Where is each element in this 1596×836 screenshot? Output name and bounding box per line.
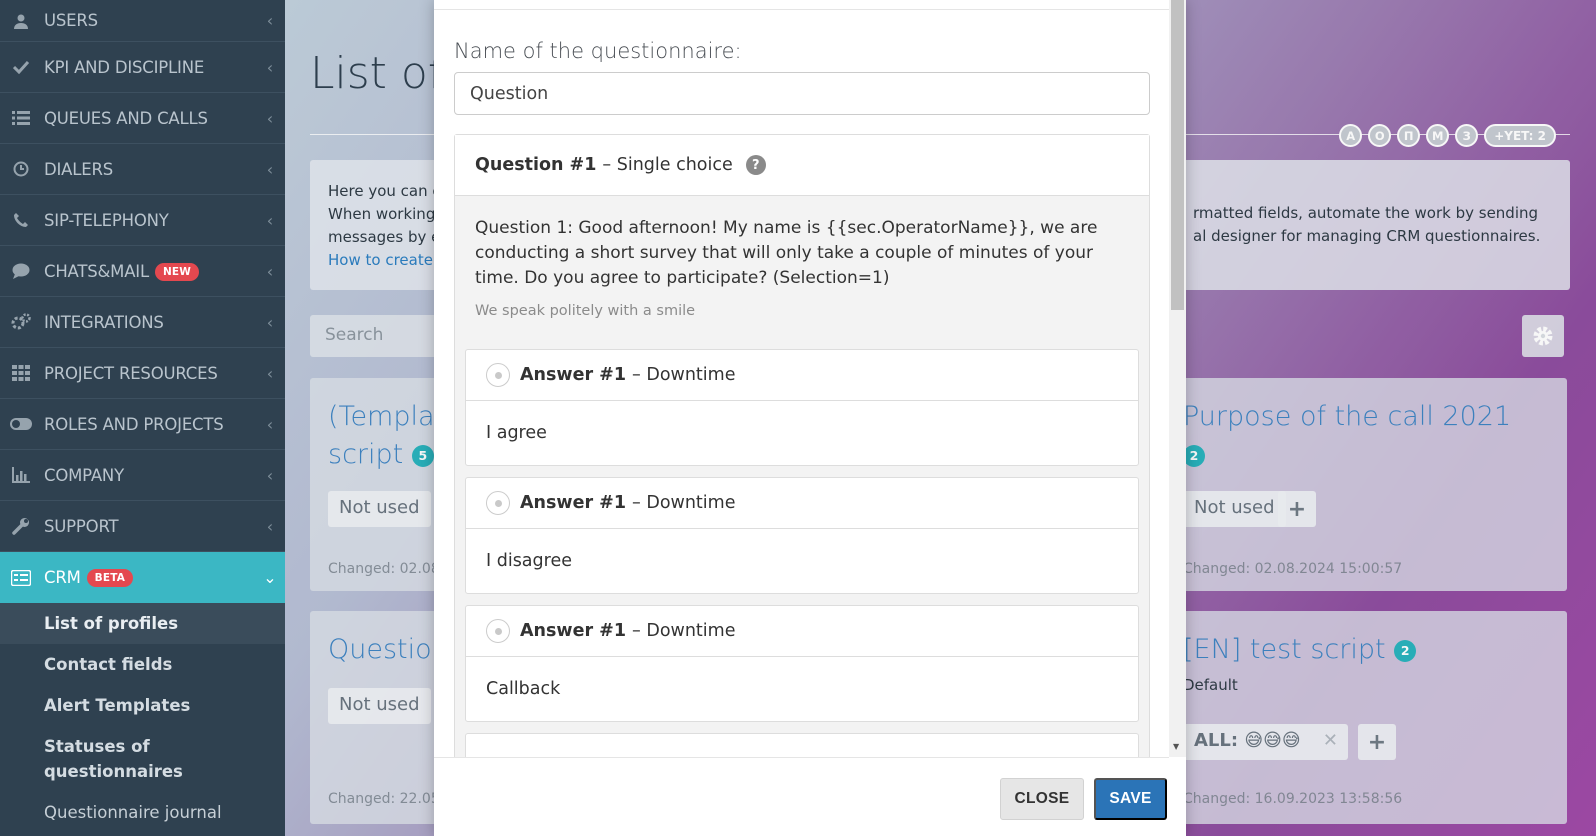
grid-icon <box>10 362 32 384</box>
sidebar: USERS ‹ KPI AND DISCIPLINE ‹ QUEUES AND … <box>0 0 285 836</box>
chevron-left-icon: ‹ <box>266 414 274 434</box>
chevron-left-icon: ‹ <box>266 57 274 77</box>
scroll-down-arrow-icon[interactable]: ▼ <box>1173 742 1179 751</box>
user-icon <box>10 10 32 32</box>
sidebar-item-crm[interactable]: CRM BETA ⌄ <box>0 552 285 603</box>
chevron-left-icon: ‹ <box>266 465 274 485</box>
check-icon <box>10 56 32 78</box>
answer-number: Answer #1 <box>520 621 627 641</box>
chevron-left-icon: ‹ <box>266 11 274 30</box>
beta-badge: BETA <box>86 569 134 587</box>
answer-item: Answer #1 – Downtime I agree <box>465 349 1139 466</box>
bar-chart-icon <box>10 464 32 486</box>
chevron-left-icon: ‹ <box>266 159 274 179</box>
question-number: Question #1 <box>475 155 597 175</box>
sidebar-item-queues[interactable]: QUEUES AND CALLS ‹ <box>0 93 285 144</box>
toggle-icon <box>10 413 32 435</box>
sidebar-item-sip-telephony[interactable]: SIP-TELEPHONY ‹ <box>0 195 285 246</box>
sidebar-item-label: DIALERS <box>44 159 114 179</box>
chevron-left-icon: ‹ <box>266 363 274 383</box>
sidebar-item-label: CHATS&MAIL <box>44 261 149 281</box>
clock-icon <box>10 158 32 180</box>
sidebar-item-chats-mail[interactable]: CHATS&MAIL NEW ‹ <box>0 246 285 297</box>
answer-header[interactable]: Answer #1 – Downtime <box>466 606 1138 657</box>
sidebar-item-roles-projects[interactable]: ROLES AND PROJECTS ‹ <box>0 399 285 450</box>
answer-item: Answer #1 – Downtime I disagree <box>465 477 1139 594</box>
answer-header[interactable]: Answer #1 – Downtime <box>466 478 1138 529</box>
help-icon[interactable]: ? <box>745 155 766 175</box>
crm-icon <box>10 567 32 589</box>
question-text: Question 1: Good afternoon! My name is {… <box>475 218 1098 288</box>
sidebar-item-project-resources[interactable]: PROJECT RESOURCES ‹ <box>0 348 285 399</box>
modal-scrollbar[interactable]: ▼ <box>1169 0 1186 757</box>
phone-icon <box>10 209 32 231</box>
answer-number: Answer #1 <box>520 365 627 385</box>
modal-footer: CLOSE SAVE <box>434 757 1169 836</box>
scrollbar-thumb[interactable] <box>1171 0 1184 310</box>
sidebar-item-label: USERS <box>44 11 98 30</box>
chevron-left-icon: ‹ <box>266 312 274 332</box>
chat-icon <box>10 260 32 282</box>
question-type: – Single choice <box>602 155 733 175</box>
chevron-left-icon: ‹ <box>266 516 274 536</box>
radio-icon[interactable] <box>486 491 510 515</box>
radio-icon[interactable] <box>486 619 510 643</box>
answer-type: – Downtime <box>632 493 736 513</box>
answer-text: I disagree <box>486 551 572 571</box>
sidebar-item-label: QUEUES AND CALLS <box>44 108 208 128</box>
question-header[interactable]: Question #1 – Single choice ? <box>455 135 1149 196</box>
list-icon <box>10 107 32 129</box>
cogs-icon <box>10 311 32 333</box>
answer-text: Callback <box>486 679 561 699</box>
crm-submenu: List of profiles Contact fields Alert Te… <box>0 603 285 833</box>
answer-text: I agree <box>486 423 547 443</box>
sidebar-item-label: COMPANY <box>44 465 124 485</box>
answer-type: – Downtime <box>632 621 736 641</box>
questionnaire-name-input[interactable] <box>454 72 1150 115</box>
sidebar-item-integrations[interactable]: INTEGRATIONS ‹ <box>0 297 285 348</box>
chevron-left-icon: ‹ <box>266 210 274 230</box>
chevron-left-icon: ‹ <box>266 108 274 128</box>
sidebar-item-label: CRM <box>44 568 81 587</box>
answer-type: – Downtime <box>632 365 736 385</box>
answer-item <box>465 733 1139 757</box>
sidebar-item-company[interactable]: COMPANY ‹ <box>0 450 285 501</box>
sidebar-item-label: PROJECT RESOURCES <box>44 363 218 383</box>
sidebar-subitem-list-of-profiles[interactable]: List of profiles <box>0 603 285 644</box>
sidebar-item-label: INTEGRATIONS <box>44 312 164 332</box>
questionnaire-modal: Name of the questionnaire: Question #1 –… <box>434 0 1186 836</box>
save-button[interactable]: SAVE <box>1094 778 1167 820</box>
sidebar-item-users[interactable]: USERS ‹ <box>0 0 285 42</box>
chevron-down-icon: ⌄ <box>263 568 277 587</box>
sidebar-item-kpi[interactable]: KPI AND DISCIPLINE ‹ <box>0 42 285 93</box>
question-block: Question #1 – Single choice ? Question 1… <box>454 134 1150 757</box>
answer-number: Answer #1 <box>520 493 627 513</box>
chevron-left-icon: ‹ <box>266 261 274 281</box>
question-hint: We speak politely with a smile <box>475 303 696 319</box>
close-button[interactable]: CLOSE <box>1000 778 1084 820</box>
radio-icon[interactable] <box>486 363 510 387</box>
sidebar-item-support[interactable]: SUPPORT ‹ <box>0 501 285 552</box>
sidebar-item-label: ROLES AND PROJECTS <box>44 414 224 434</box>
sidebar-subitem-alert-templates[interactable]: Alert Templates <box>0 685 285 726</box>
modal-header-divider <box>434 9 1169 10</box>
sidebar-item-dialers[interactable]: DIALERS ‹ <box>0 144 285 195</box>
wrench-icon <box>10 515 32 537</box>
sidebar-subitem-statuses-of-questionnaires[interactable]: Statuses of questionnaires <box>0 726 285 792</box>
sidebar-subitem-contact-fields[interactable]: Contact fields <box>0 644 285 685</box>
answer-item: Answer #1 – Downtime Callback <box>465 605 1139 722</box>
modal-scroll-body[interactable]: Question #1 – Single choice ? Question 1… <box>454 134 1150 757</box>
new-badge: NEW <box>154 262 200 281</box>
questionnaire-name-label: Name of the questionnaire: <box>454 39 742 63</box>
sidebar-subitem-questionnaire-journal[interactable]: Questionnaire journal <box>0 792 285 833</box>
answer-header[interactable]: Answer #1 – Downtime <box>466 350 1138 401</box>
answers-list: Answer #1 – Downtime I agree Answer #1 –… <box>455 319 1149 757</box>
sidebar-item-label: SUPPORT <box>44 516 119 536</box>
sidebar-item-label: SIP-TELEPHONY <box>44 210 169 230</box>
sidebar-item-label: KPI AND DISCIPLINE <box>44 57 205 77</box>
